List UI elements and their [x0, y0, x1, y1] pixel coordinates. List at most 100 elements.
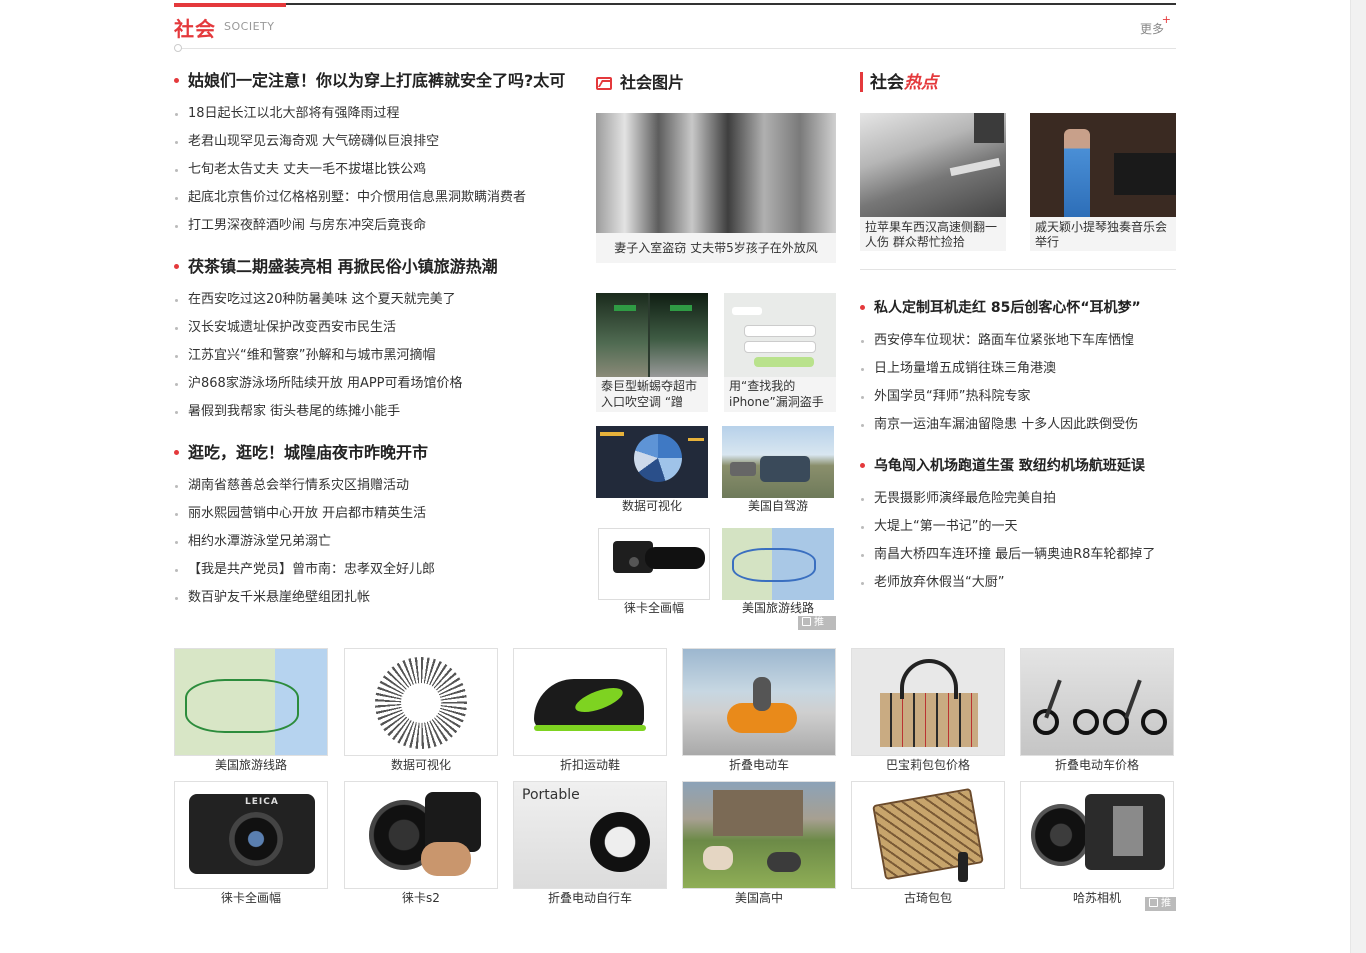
promo-image[interactable] — [1020, 648, 1174, 756]
promo-caption[interactable]: 美国旅游线路 — [174, 757, 328, 773]
news-item-link[interactable]: 18日起长江以北大部将有强降雨过程 — [174, 100, 574, 128]
promo-caption[interactable]: 折叠电动车价格 — [1020, 757, 1174, 773]
news-item-link[interactable]: 老君山现罕见云海奇观 大气磅礴似巨浪排空 — [174, 128, 574, 156]
news-list: 在西安吃过这20种防暑美味 这个夏天就完美了 汉长安城遗址保护改变西安市民生活 … — [174, 286, 574, 426]
news-item-link[interactable]: 日上场量增五成销往珠三角港澳 — [860, 355, 1180, 383]
hot-photo-caption[interactable]: 戚天颖小提琴独奏音乐会举行 — [1030, 217, 1176, 251]
promo-tile[interactable]: Portable 折叠电动自行车 — [513, 781, 667, 906]
news-item-link[interactable]: 相约水潭游泳堂兄弟溺亡 — [174, 528, 574, 556]
news-item-link[interactable]: 在西安吃过这20种防暑美味 这个夏天就完美了 — [174, 286, 574, 314]
featured-photo[interactable] — [596, 113, 836, 233]
promo-caption[interactable]: 美国高中 — [682, 890, 836, 906]
group-headline-link[interactable]: 私人定制耳机走红 85后创客心怀“耳机梦” — [860, 293, 1180, 323]
news-item-link[interactable]: 七旬老太告丈夫 丈夫一毛不拔堪比铁公鸡 — [174, 156, 574, 184]
promo-tile[interactable]: 美国旅游线路 — [174, 648, 328, 773]
promo-tile[interactable]: 数据可视化 — [344, 648, 498, 773]
news-item-link[interactable]: 数百驴友千米悬崖绝壁组团扎帐 — [174, 584, 574, 612]
photo-thumb-caption[interactable]: 美国自驾游 — [722, 498, 834, 514]
photo-thumb-caption[interactable]: 用“查找我的iPhone”漏洞盗手 — [724, 377, 836, 412]
hot-photo-card[interactable]: 拉苹果车西汉高速侧翻一人伤 群众帮忙捡拾 — [860, 113, 1006, 251]
group-headline-link[interactable]: 逛吃，逛吃！城隍庙夜市昨晚开市 — [174, 438, 574, 468]
promo-tile[interactable]: LEICA 徕卡全画幅 — [174, 781, 328, 906]
news-item-link[interactable]: 汉长安城遗址保护改变西安市民生活 — [174, 314, 574, 342]
hot-photo-card[interactable]: 戚天颖小提琴独奏音乐会举行 — [1030, 113, 1176, 251]
news-item-link[interactable]: 外国学员“拜师”热科院专家 — [860, 383, 1180, 411]
promo-tile[interactable]: 巴宝莉包包价格 — [851, 648, 1005, 773]
promo-tile[interactable]: 折扣运动鞋 — [513, 648, 667, 773]
photo-thumb[interactable] — [722, 528, 834, 600]
news-item-link[interactable]: 暑假到我帮家 街头巷尾的练摊小能手 — [174, 398, 574, 426]
more-link[interactable]: 更多 — [1140, 20, 1164, 37]
news-item-link[interactable]: 【我是共产党员】曾市南：忠孝双全好儿郎 — [174, 556, 574, 584]
featured-photo-caption[interactable]: 妻子入室盗窃 丈夫带5岁孩子在外放风 — [596, 233, 836, 263]
photo-thumb-caption[interactable]: 徕卡全画幅 — [598, 600, 710, 616]
group-headline-link[interactable]: 茯茶镇二期盛装亮相 再掀民俗小镇旅游热潮 — [174, 252, 574, 282]
promo-caption[interactable]: 折叠电动自行车 — [513, 890, 667, 906]
photo-thumb[interactable] — [596, 426, 708, 498]
promo-caption[interactable]: 巴宝莉包包价格 — [851, 757, 1005, 773]
news-item-link[interactable]: 南昌大桥四车连环撞 最后一辆奥迪R8车轮都掉了 — [860, 541, 1180, 569]
photo-thumb-card[interactable]: 用“查找我的iPhone”漏洞盗手 — [724, 293, 836, 412]
promo-tile[interactable]: 徕卡s2 — [344, 781, 498, 906]
news-item-link[interactable]: 丽水熙园营销中心开放 开启都市精英生活 — [174, 500, 574, 528]
news-item-link[interactable]: 沪868家游泳场所陆续开放 用APP可看场馆价格 — [174, 370, 574, 398]
photo-thumb-card[interactable]: 徕卡全画幅 — [598, 528, 710, 616]
promo-image[interactable] — [682, 648, 836, 756]
photo-thumb-caption[interactable]: 数据可视化 — [596, 498, 708, 514]
promo-image[interactable] — [174, 648, 328, 756]
news-item-link[interactable]: 南京一运油车漏油留隐患 十多人因此跌倒受伤 — [860, 411, 1180, 439]
photo-thumb-card[interactable]: 数据可视化 — [596, 426, 708, 514]
news-item-link[interactable]: 西安停车位现状：路面车位紧张地下车库恓惶 — [860, 327, 1180, 355]
news-item-link[interactable]: 江苏宜兴“维和警察”孙解和与城市黑河摘帽 — [174, 342, 574, 370]
promo-caption[interactable]: 古琦包包 — [851, 890, 1005, 906]
promo-badge[interactable]: 推广 — [798, 616, 836, 642]
promo-image[interactable] — [513, 648, 667, 756]
news-item-link[interactable]: 打工男深夜醉酒吵闹 与房东冲突后竟丧命 — [174, 212, 574, 240]
hot-photo[interactable] — [1030, 113, 1176, 217]
promo-caption[interactable]: 折扣运动鞋 — [513, 757, 667, 773]
promo-tile[interactable]: 哈苏相机 — [1020, 781, 1174, 906]
photo-thumb-caption[interactable]: 泰巨型蜥蜴夺超市入口吹空调 “蹭 — [596, 377, 708, 412]
promo-caption[interactable]: 徕卡s2 — [344, 890, 498, 906]
news-group: 乌龟闯入机场跑道生蛋 致纽约机场航班延误 无畏摄影师演绎最危险完美自拍 大堤上“… — [860, 451, 1180, 597]
hot-photo[interactable] — [860, 113, 1006, 217]
news-item-link[interactable]: 起底北京售价过亿格格别墅：中介惯用信息黑洞欺瞒消费者 — [174, 184, 574, 212]
promo-badge[interactable]: 推广 — [1145, 897, 1176, 923]
promo-image[interactable] — [1020, 781, 1174, 889]
promo-caption[interactable]: 折叠电动车 — [682, 757, 836, 773]
photo-thumb[interactable] — [598, 528, 710, 600]
photo-thumb-card[interactable]: 美国自驾游 — [722, 426, 834, 514]
news-item-link[interactable]: 无畏摄影师演绎最危险完美自拍 — [860, 485, 1180, 513]
featured-photo-card[interactable]: 妻子入室盗窃 丈夫带5岁孩子在外放风 — [596, 113, 836, 263]
hot-photo-caption[interactable]: 拉苹果车西汉高速侧翻一人伤 群众帮忙捡拾 — [860, 217, 1006, 251]
promo-image[interactable]: LEICA — [174, 781, 328, 889]
promo-image[interactable]: Portable — [513, 781, 667, 889]
page-scrollbar[interactable] — [1350, 0, 1366, 953]
promo-image[interactable] — [344, 781, 498, 889]
group-headline-link[interactable]: 乌龟闯入机场跑道生蛋 致纽约机场航班延误 — [860, 451, 1180, 481]
promo-caption[interactable]: 数据可视化 — [344, 757, 498, 773]
photo-thumb[interactable] — [724, 293, 836, 377]
promo-image[interactable] — [682, 781, 836, 889]
news-item-link[interactable]: 大堤上“第一书记”的一天 — [860, 513, 1180, 541]
promo-caption[interactable]: 徕卡全画幅 — [174, 890, 328, 906]
promo-tile[interactable]: 美国高中 — [682, 781, 836, 906]
promo-tile[interactable]: 折叠电动车 — [682, 648, 836, 773]
hot-heading-accent: 热点 — [904, 73, 938, 93]
promo-tile[interactable]: 古琦包包 — [851, 781, 1005, 906]
promo-tile[interactable]: 折叠电动车价格 — [1020, 648, 1174, 773]
plus-icon[interactable]: + — [1162, 13, 1171, 26]
hot-news-column: 社会热点 拉苹果车西汉高速侧翻一人伤 群众帮忙捡拾 戚天颖小提琴独奏音乐会举行 … — [860, 66, 1176, 590]
promo-image[interactable] — [344, 648, 498, 756]
promo-image[interactable] — [851, 781, 1005, 889]
news-item-link[interactable]: 老师放弃休假当“大厨” — [860, 569, 1180, 597]
photo-thumb-card[interactable]: 泰巨型蜥蜴夺超市入口吹空调 “蹭 — [596, 293, 708, 412]
group-headline-link[interactable]: 姑娘们一定注意！你以为穿上打底裤就安全了吗?太可 — [174, 66, 574, 96]
photo-thumb-caption[interactable]: 美国旅游线路 — [722, 600, 834, 616]
photo-thumb-card[interactable]: 美国旅游线路 — [722, 528, 834, 616]
promo-image[interactable] — [851, 648, 1005, 756]
photo-thumb[interactable] — [596, 293, 708, 377]
photo-thumb[interactable] — [722, 426, 834, 498]
news-item-link[interactable]: 湖南省慈善总会举行情系灾区捐赠活动 — [174, 472, 574, 500]
section-subtitle: SOCIETY — [224, 20, 275, 33]
